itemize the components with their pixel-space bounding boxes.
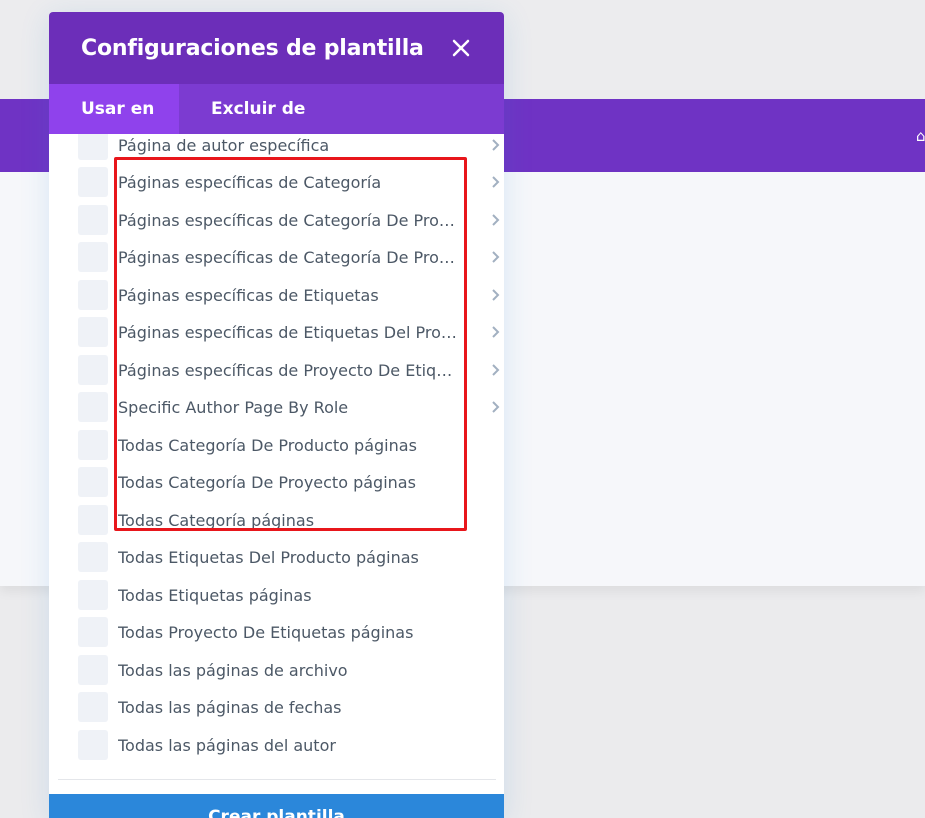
option-label: Página de autor específica: [118, 135, 330, 155]
option-checkbox[interactable]: [78, 355, 108, 385]
option-checkbox[interactable]: [78, 317, 108, 347]
background-toolbar-icon[interactable]: ⌂: [916, 126, 925, 146]
option-label: Todas las páginas del autor: [118, 735, 336, 755]
option-label: Páginas específicas de Etiquetas Del Pro…: [118, 322, 461, 342]
option-label: Páginas específicas de Categoría De Prod…: [118, 210, 461, 230]
option-label: Todas Etiquetas páginas: [118, 585, 312, 605]
option-checkbox[interactable]: [78, 280, 108, 310]
chevron-right-icon[interactable]: [491, 288, 501, 302]
template-settings-modal: Configuraciones de plantilla Usar en Exc…: [49, 12, 504, 818]
option-row[interactable]: Todas las páginas de fechas: [78, 691, 478, 723]
option-label: Todas las páginas de fechas: [118, 697, 342, 717]
option-row[interactable]: Páginas específicas de Categoría: [78, 166, 500, 198]
chevron-right-icon[interactable]: [491, 213, 501, 227]
option-checkbox[interactable]: [78, 542, 108, 572]
option-checkbox[interactable]: [78, 730, 108, 760]
close-icon: [452, 39, 470, 57]
option-row[interactable]: Todas Proyecto De Etiquetas páginas: [78, 616, 478, 648]
option-checkbox[interactable]: [78, 242, 108, 272]
option-checkbox[interactable]: [78, 205, 108, 235]
option-label: Páginas específicas de Etiquetas: [118, 285, 379, 305]
option-row[interactable]: Todas Categoría De Proyecto páginas: [78, 466, 478, 498]
option-label: Todas Categoría páginas: [118, 510, 315, 530]
option-label: Todas Categoría De Proyecto páginas: [118, 472, 416, 492]
option-row[interactable]: Páginas específicas de Categoría De Proy…: [78, 241, 500, 273]
chevron-right-icon[interactable]: [491, 363, 501, 377]
option-label: Todas Categoría De Producto páginas: [118, 435, 417, 455]
tab-bar: Usar en Excluir de: [49, 84, 504, 134]
chevron-right-icon[interactable]: [491, 138, 501, 152]
option-row[interactable]: Specific Author Page By Role: [78, 391, 500, 423]
option-checkbox[interactable]: [78, 505, 108, 535]
option-row[interactable]: Todas Categoría páginas: [78, 504, 478, 536]
option-checkbox[interactable]: [78, 167, 108, 197]
option-row[interactable]: Páginas específicas de Proyecto De Etiqu…: [78, 354, 500, 386]
option-row[interactable]: Todas Etiquetas Del Producto páginas: [78, 541, 478, 573]
modal-header: Configuraciones de plantilla: [49, 12, 504, 84]
option-label: Specific Author Page By Role: [118, 397, 349, 417]
option-row[interactable]: Todas Categoría De Producto páginas: [78, 429, 478, 461]
option-label: Todas Etiquetas Del Producto páginas: [118, 547, 419, 567]
option-row[interactable]: Todas las páginas del autor: [78, 729, 478, 761]
modal-title: Configuraciones de plantilla: [81, 35, 424, 61]
option-checkbox[interactable]: [78, 655, 108, 685]
chevron-right-icon[interactable]: [491, 400, 501, 414]
create-template-button[interactable]: Crear plantilla: [49, 794, 504, 818]
option-row[interactable]: Páginas específicas de Etiquetas Del Pro…: [78, 316, 500, 348]
option-checkbox[interactable]: [78, 617, 108, 647]
option-label: Todas Proyecto De Etiquetas páginas: [118, 622, 414, 642]
option-label: Todas las páginas de archivo: [118, 660, 348, 680]
option-row[interactable]: Todas Etiquetas páginas: [78, 579, 478, 611]
footer-divider: [58, 779, 496, 780]
chevron-right-icon[interactable]: [491, 175, 501, 189]
option-checkbox[interactable]: [78, 692, 108, 722]
option-label: Páginas específicas de Proyecto De Etiqu…: [118, 360, 461, 380]
option-label: Páginas específicas de Categoría: [118, 172, 382, 192]
option-checkbox[interactable]: [78, 467, 108, 497]
option-label: Páginas específicas de Categoría De Proy…: [118, 247, 461, 267]
tab-use-on[interactable]: Usar en: [49, 84, 179, 134]
option-checkbox[interactable]: [78, 392, 108, 422]
tab-exclude-from[interactable]: Excluir de: [179, 84, 305, 134]
options-list[interactable]: Página de autor específica Páginas especí…: [49, 134, 504, 779]
option-checkbox[interactable]: [78, 134, 108, 160]
option-row[interactable]: Todas las páginas de archivo: [78, 654, 478, 686]
option-row[interactable]: Páginas específicas de Categoría De Prod…: [78, 204, 500, 236]
chevron-right-icon[interactable]: [491, 325, 501, 339]
close-button[interactable]: [447, 34, 475, 62]
option-checkbox[interactable]: [78, 430, 108, 460]
option-checkbox[interactable]: [78, 580, 108, 610]
option-row[interactable]: Páginas específicas de Etiquetas: [78, 279, 500, 311]
option-row[interactable]: Página de autor específica: [78, 134, 500, 161]
chevron-right-icon[interactable]: [491, 250, 501, 264]
